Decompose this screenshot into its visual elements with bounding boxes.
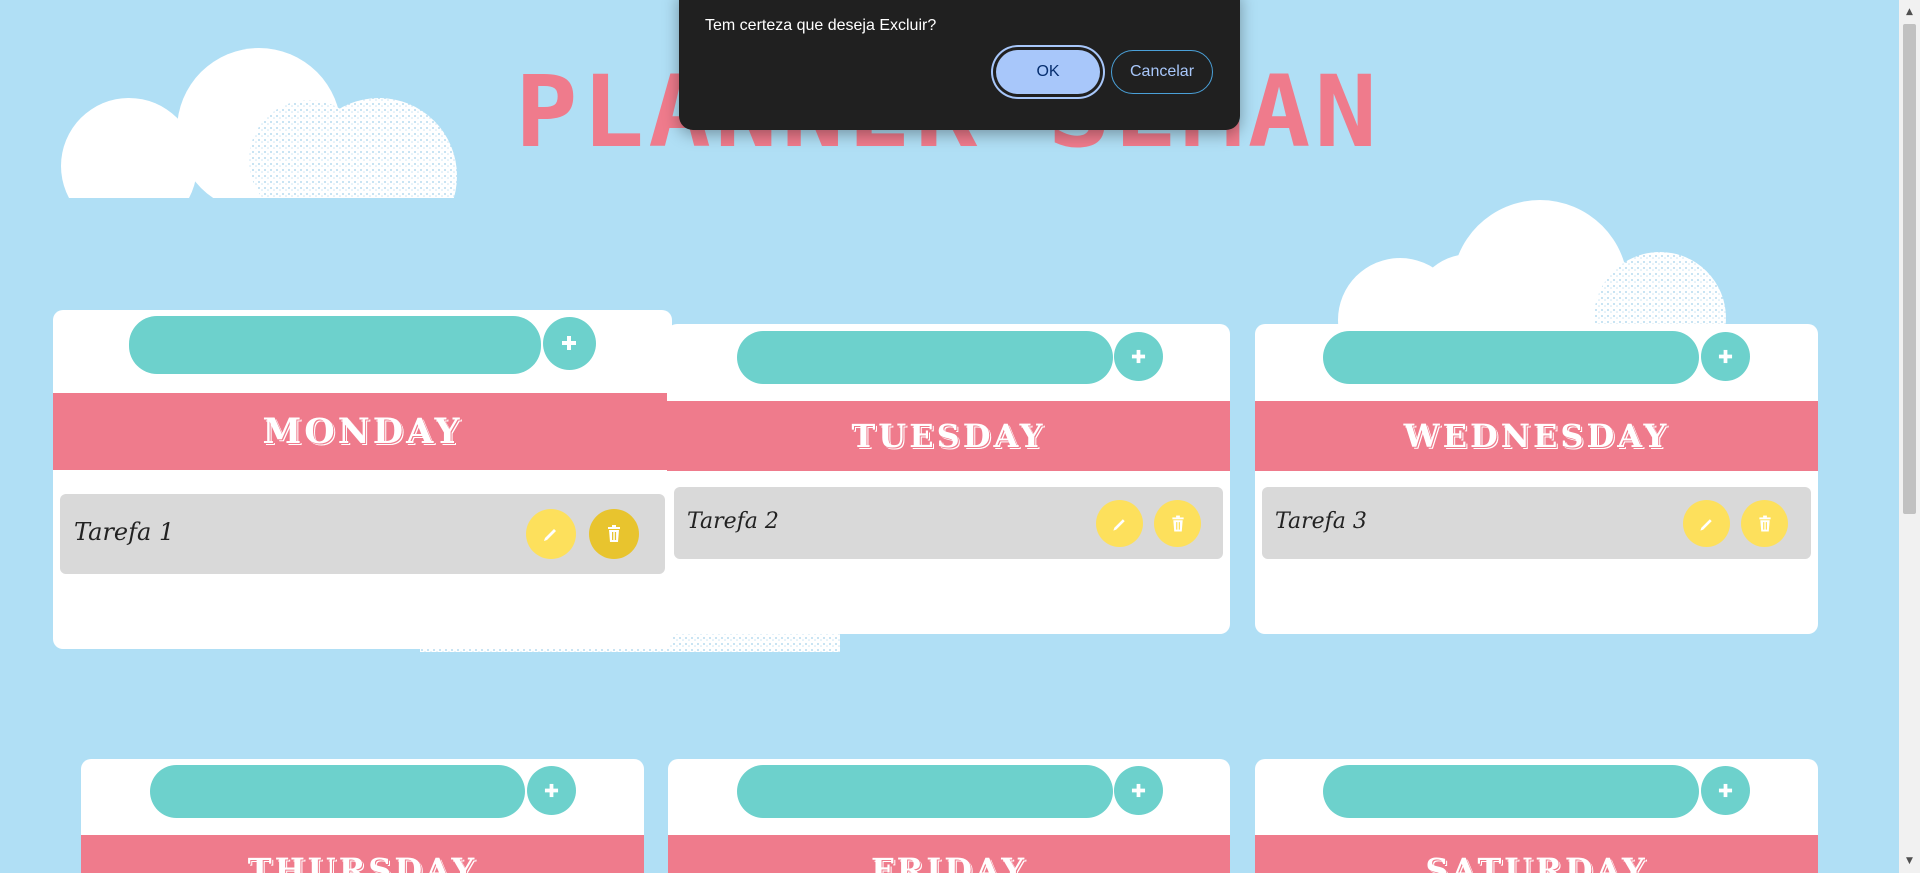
- delete-task-button[interactable]: [1741, 500, 1788, 547]
- delete-task-button[interactable]: [1154, 500, 1201, 547]
- scroll-thumb[interactable]: [1903, 24, 1916, 514]
- day-card-monday: MONDAY Tarefa 1: [53, 310, 672, 649]
- plus-icon: [1718, 349, 1733, 364]
- cancel-button[interactable]: Cancelar: [1111, 50, 1213, 94]
- add-task-button[interactable]: [1701, 332, 1750, 381]
- day-name: TUESDAY: [667, 401, 1230, 471]
- day-name: FRIDAY: [668, 835, 1230, 873]
- edit-task-button[interactable]: [1096, 500, 1143, 547]
- task-input[interactable]: [1323, 765, 1699, 818]
- plus-icon: [1131, 349, 1146, 364]
- vertical-scrollbar[interactable]: ▲ ▼: [1899, 0, 1920, 873]
- task-input[interactable]: [1323, 331, 1699, 384]
- task-input[interactable]: [737, 331, 1113, 384]
- add-task-button[interactable]: [1114, 766, 1163, 815]
- pencil-icon: [544, 529, 556, 541]
- ok-button[interactable]: OK: [996, 50, 1100, 94]
- delete-task-button[interactable]: [589, 509, 639, 559]
- plus-icon: [544, 783, 559, 798]
- trash-icon: [608, 525, 620, 542]
- day-card-wednesday: WEDNESDAY Tarefa 3: [1255, 324, 1818, 634]
- scroll-down-icon[interactable]: ▼: [1899, 852, 1920, 870]
- task-label: Tarefa 3: [1275, 509, 1367, 534]
- day-name: SATURDAY: [1255, 835, 1818, 873]
- plus-icon: [1718, 783, 1733, 798]
- add-task-button[interactable]: [527, 766, 576, 815]
- task-input[interactable]: [150, 765, 525, 818]
- add-task-button[interactable]: [543, 317, 596, 370]
- day-card-saturday: SATURDAY: [1255, 759, 1818, 873]
- trash-icon: [1758, 515, 1771, 531]
- task-input[interactable]: [129, 316, 541, 374]
- planner-page: PLANNER SEMANAL MONDAY Tarefa 1 TUESDAY …: [0, 0, 1899, 873]
- cloud-decoration: [47, 48, 467, 203]
- task-label: Tarefa 2: [687, 509, 779, 534]
- add-task-button[interactable]: [1701, 766, 1750, 815]
- task-item: Tarefa 1: [60, 494, 665, 574]
- trash-icon: [1171, 515, 1184, 531]
- plus-icon: [1131, 783, 1146, 798]
- cloud-decoration: [1338, 200, 1726, 330]
- day-name: MONDAY: [53, 393, 672, 470]
- edit-task-button[interactable]: [1683, 500, 1730, 547]
- pencil-icon: [1112, 518, 1125, 531]
- day-card-thursday: THURSDAY: [81, 759, 644, 873]
- add-task-button[interactable]: [1114, 332, 1163, 381]
- plus-icon: [562, 336, 576, 350]
- day-card-tuesday: TUESDAY Tarefa 2: [667, 324, 1230, 634]
- day-name: THURSDAY: [81, 835, 644, 873]
- dialog-message: Tem certeza que deseja Excluir?: [705, 17, 937, 34]
- task-label: Tarefa 1: [74, 518, 175, 546]
- confirm-dialog: Tem certeza que deseja Excluir? OK Cance…: [679, 0, 1240, 130]
- task-input[interactable]: [737, 765, 1113, 818]
- day-name: WEDNESDAY: [1255, 401, 1818, 471]
- edit-task-button[interactable]: [526, 509, 576, 559]
- scroll-up-icon[interactable]: ▲: [1899, 3, 1920, 21]
- task-item: Tarefa 2: [674, 487, 1223, 559]
- day-card-friday: FRIDAY: [668, 759, 1230, 873]
- pencil-icon: [1699, 518, 1712, 531]
- task-item: Tarefa 3: [1262, 487, 1811, 559]
